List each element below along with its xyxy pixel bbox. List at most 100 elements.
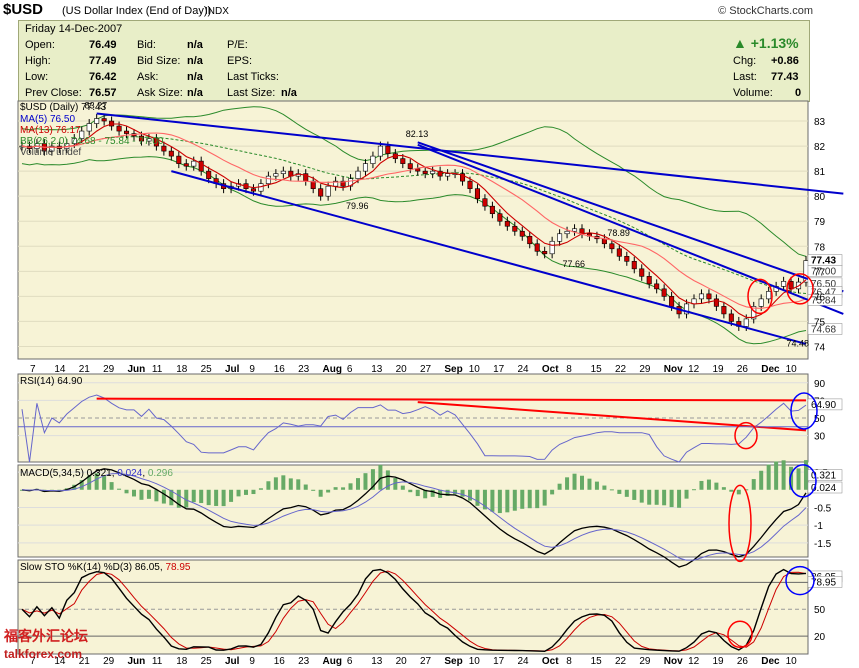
macd-hist-bar: [662, 489, 667, 506]
x-tick-label: 17: [493, 364, 505, 375]
price-tick-label: 82: [814, 142, 826, 153]
rsi-tick-label: 30: [814, 432, 826, 443]
macd-hist-bar: [311, 489, 316, 491]
macd-hist-bar: [684, 489, 689, 499]
candle-body: [176, 155, 182, 164]
price-legend: $USD (Daily) 77.43: [20, 102, 106, 113]
x-tick-label: Dec: [761, 364, 780, 375]
candle-body: [788, 281, 794, 290]
candle-body: [422, 170, 428, 174]
x-tick-label: Jun: [128, 364, 146, 375]
x-tick-label: Oct: [542, 364, 559, 375]
x-tick-label: Sep: [444, 364, 462, 375]
macd-hist-bar: [736, 489, 741, 495]
macd-hist-bar: [699, 480, 704, 490]
macd-hist-bar: [624, 489, 629, 497]
candle-body: [362, 163, 368, 172]
candle-body: [728, 313, 734, 322]
macd-hist-bar: [557, 483, 562, 490]
candle-body: [758, 298, 764, 307]
macd-hist-bar: [677, 489, 682, 508]
ma5-legend: MA(5) 76.50: [20, 114, 76, 125]
macd-hist-bar: [326, 489, 331, 493]
macd-hist-bar: [288, 478, 293, 490]
macd-hist-bar: [221, 489, 226, 507]
macd-hist-bar: [266, 481, 271, 490]
x-tick-label-bottom: 29: [639, 656, 651, 667]
x-tick-label: Nov: [664, 364, 683, 375]
macd-hist-bar: [766, 464, 771, 490]
macd-hist-bar: [139, 489, 144, 500]
candle-body: [355, 170, 361, 179]
candle-body: [377, 145, 383, 157]
candle-body: [534, 243, 540, 252]
x-tick-label: 29: [639, 364, 651, 375]
x-tick-label-bottom: 16: [274, 656, 286, 667]
x-tick-label-bottom: 25: [201, 656, 213, 667]
candle-body: [489, 205, 495, 215]
price-tick-label: 80: [814, 192, 826, 203]
macd-hist-bar: [796, 468, 801, 490]
sto-panel: [17, 559, 809, 655]
price-tick-label: 83: [814, 117, 826, 128]
rsi-tick-label: 90: [814, 379, 826, 390]
x-tick-label: 19: [713, 364, 725, 375]
candle-body: [616, 248, 622, 257]
macd-hist-bar: [154, 489, 159, 502]
macd-hist-bar: [229, 489, 234, 502]
x-tick-label: Aug: [323, 364, 342, 375]
watermark-url: talkforex.com: [4, 647, 83, 661]
x-tick-label-bottom: Jun: [128, 656, 146, 667]
macd-hist-bar: [341, 487, 346, 490]
macd-hist-bar: [512, 489, 517, 511]
macd-hist-bar: [594, 481, 599, 490]
x-tick-label: 23: [298, 364, 310, 375]
macd-hist-bar: [333, 487, 338, 490]
x-tick-label-bottom: 11: [152, 656, 163, 667]
candle-body: [504, 220, 510, 227]
right-price-label: 77.43: [811, 256, 836, 267]
candle-body: [557, 233, 563, 242]
ma13-legend: MA(13) 76.17: [20, 125, 81, 136]
x-tick-label: 12: [688, 364, 700, 375]
macd-hist-bar: [542, 489, 547, 506]
candle-body: [124, 130, 130, 134]
candle-body: [609, 243, 615, 250]
x-tick-label: 10: [469, 364, 481, 375]
macd-hist-bar: [714, 482, 719, 490]
candle-body: [191, 160, 197, 167]
x-tick-label: 8: [566, 364, 572, 375]
macd-hist-bar: [669, 489, 674, 508]
rsi-legend: RSI(14) 64.90: [20, 376, 83, 387]
price-annotation: 78.89: [607, 228, 630, 238]
candle-body: [168, 150, 174, 157]
macd-hist-bar: [117, 488, 122, 490]
x-tick-label: 10: [786, 364, 798, 375]
macd-hist-bar: [296, 479, 301, 490]
x-tick-label-bottom: 9: [249, 656, 255, 667]
x-tick-label: Jul: [225, 364, 240, 375]
candle-body: [370, 155, 376, 164]
x-tick-label: 18: [176, 364, 188, 375]
candle-body: [474, 188, 480, 199]
candle-body: [669, 296, 675, 307]
macd-hist-bar: [617, 489, 622, 494]
x-tick-label-bottom: 29: [103, 656, 115, 667]
x-tick-label-bottom: 10: [469, 656, 481, 667]
price-tick-label: 77: [814, 267, 826, 278]
macd-hist-bar: [729, 489, 734, 492]
macd-hist-bar: [273, 477, 278, 490]
macd-hist-bar: [609, 489, 614, 491]
sto-legend-a: Slow STO %K(14) %D(3) 86.05,: [20, 562, 163, 573]
macd-hist-bar: [415, 489, 420, 497]
macd-tick-label: -1.5: [814, 539, 832, 550]
x-tick-label: 25: [201, 364, 213, 375]
macd-hist-bar: [356, 478, 360, 490]
macd-hist-bar: [475, 489, 480, 506]
macd-hist-bar: [258, 488, 263, 490]
macd-hist-bar: [706, 479, 711, 490]
macd-hist-bar: [363, 473, 368, 490]
candle-body: [467, 180, 473, 189]
candle-body: [661, 288, 667, 297]
price-annotation: 79.96: [346, 201, 369, 211]
